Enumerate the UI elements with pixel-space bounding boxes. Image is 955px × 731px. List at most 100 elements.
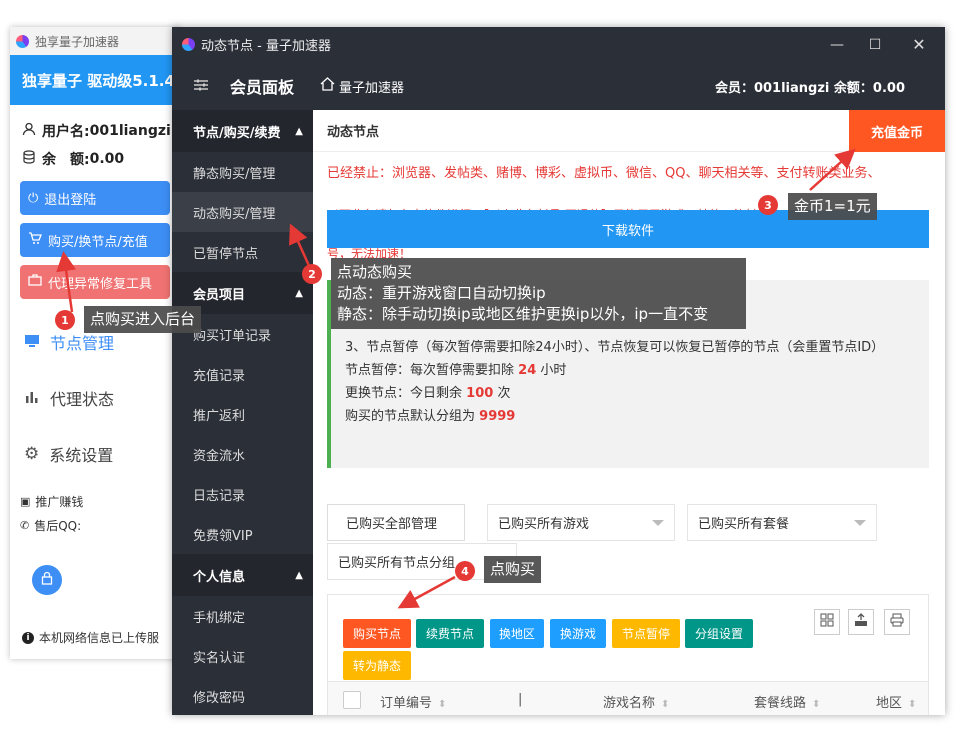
buy-node-button[interactable]: 购买节点 (343, 619, 411, 648)
col-game-label: 游戏名称 (603, 696, 656, 711)
convert-static-button[interactable]: 转为静态 (343, 651, 411, 680)
logout-label: 退出登陆 (44, 192, 97, 208)
sidebar-item-realname[interactable]: 实名认证 (172, 636, 313, 676)
promo-link[interactable]: ▣ 推广赚钱 (20, 493, 83, 510)
sidebar-group-label: 节点/购买/续费 (193, 125, 281, 141)
pause-value: 24 (518, 363, 537, 378)
bar-chart-icon (24, 389, 40, 408)
panel-title: 会员面板 (230, 78, 295, 97)
caret-up-icon: ▲ (295, 569, 303, 581)
sidebar-item-free-vip[interactable]: 免费领VIP (172, 514, 313, 554)
footer-note: i 本机网络信息已上传服 (22, 629, 159, 646)
annotation-2-badge: 2 (302, 264, 322, 284)
col-order-no[interactable]: 订单编号 ⬍ (380, 692, 446, 711)
nav-node-management-label: 节点管理 (50, 334, 115, 353)
nav-proxy-status-label: 代理状态 (50, 390, 115, 409)
username-value: 001liangzi (89, 123, 171, 139)
recharge-coins-button[interactable]: 充值金币 (849, 110, 945, 152)
print-button[interactable] (884, 609, 910, 635)
sidebar-item-referral[interactable]: 推广返利 (172, 394, 313, 434)
export-button[interactable] (848, 609, 874, 635)
monitor-icon (24, 333, 40, 352)
change-value: 100 (466, 386, 494, 401)
caret-up-icon: ▲ (295, 125, 303, 137)
annotation-1-text: 点购买进入后台 (84, 306, 202, 333)
annotation-1-badge: 1 (55, 310, 75, 330)
main-window-title: 动态节点 - 量子加速器 (201, 39, 331, 54)
cart-icon (28, 231, 42, 249)
sort-icon: ⬍ (661, 699, 670, 710)
support-label: 售后QQ: (34, 519, 82, 533)
toolbox-icon (28, 273, 42, 291)
support-qq: ✆ 售后QQ: (20, 517, 81, 534)
sidebar-item-dynamic-buy[interactable]: 动态购买/管理 (172, 192, 313, 232)
sidebar-item-static-buy[interactable]: 静态购买/管理 (172, 152, 313, 192)
home-link-label: 量子加速器 (339, 80, 405, 96)
member-header: 会员面板 量子加速器 会员：001liangzi 余额：0.00 (172, 62, 945, 110)
annotation-3-text: 金币1=1元 (788, 193, 877, 220)
logout-button[interactable]: ⏻ 退出登陆 (20, 181, 170, 215)
sidebar-item-fund-flow[interactable]: 资金流水 (172, 434, 313, 474)
sidebar-group-personal[interactable]: 个人信息 ▲ (172, 554, 313, 596)
main-window-titlebar: 动态节点 - 量子加速器 — ☐ ✕ (172, 27, 945, 62)
balance-label: 余 额: (42, 152, 90, 168)
app-logo-icon (182, 38, 195, 51)
nav-system-settings-label: 系统设置 (49, 446, 114, 465)
sidebar-item-recharge-records[interactable]: 充值记录 (172, 354, 313, 394)
nav-proxy-status[interactable]: 代理状态 (10, 378, 180, 418)
annotation-2-line-2: 动态：重开游戏窗口自动切换ip (337, 284, 546, 302)
change-region-button[interactable]: 换地区 (490, 619, 544, 648)
manage-all-button[interactable]: 已购买全部管理 (327, 504, 465, 541)
maximize-button[interactable]: ☐ (855, 27, 895, 62)
footer-note-text: 本机网络信息已上传服 (39, 631, 160, 645)
sidebar-item-paused-nodes[interactable]: 已暂停节点 (172, 232, 313, 272)
info-icon: i (22, 631, 34, 644)
lock-button[interactable] (32, 565, 62, 595)
sort-icon: ⬍ (908, 699, 917, 710)
buy-change-node-label: 购买/换节点/充值 (48, 234, 148, 250)
change-label: 更换节点：今日剩余 (345, 386, 463, 401)
sort-icon: ⬍ (438, 699, 447, 710)
columns-filter-button[interactable] (814, 609, 840, 635)
package-filter-select[interactable]: 已购买所有套餐 (687, 504, 877, 541)
buy-change-node-button[interactable]: 购买/换节点/充值 (20, 223, 170, 257)
close-button[interactable]: ✕ (899, 27, 939, 62)
rule-pause: 节点暂停：每次暂停需要扣除 24 小时 (345, 359, 915, 382)
balance-row: 余 额: 0.00 (22, 145, 170, 173)
select-all-checkbox[interactable] (343, 691, 361, 709)
sidebar-group-nodes[interactable]: 节点/购买/续费 ▲ (172, 110, 313, 152)
rule-group: 购买的节点默认分组为 9999 (345, 405, 915, 428)
sidebar-item-phone-binding[interactable]: 手机绑定 (172, 596, 313, 636)
lock-icon (41, 571, 53, 589)
home-link[interactable]: 量子加速器 (320, 77, 404, 96)
minimize-button[interactable]: — (817, 27, 857, 62)
sidebar-item-logs[interactable]: 日志记录 (172, 474, 313, 514)
sort-icon: ⬍ (812, 699, 821, 710)
pause-node-button[interactable]: 节点暂停 (612, 619, 680, 648)
grid-icon (820, 613, 834, 631)
proxy-repair-button[interactable]: 代理异常修复工具 (20, 265, 170, 299)
sidebar-item-change-password[interactable]: 修改密码 (172, 676, 313, 715)
group-settings-button[interactable]: 分组设置 (685, 619, 753, 648)
sliders-menu-icon[interactable] (172, 77, 230, 96)
group-value: 9999 (479, 409, 516, 424)
col-region[interactable]: 地区 ⬍ (876, 692, 916, 711)
col-divider: | (518, 692, 523, 707)
col-package-label: 套餐线路 (754, 696, 807, 711)
annotation-4-text: 点购买 (484, 556, 542, 583)
annotation-2-line-1: 点动态购买 (337, 263, 413, 281)
annotation-4-badge: 4 (455, 561, 475, 581)
power-icon: ⏻ (28, 190, 39, 206)
manage-all-label: 已购买全部管理 (346, 517, 438, 532)
renew-node-button[interactable]: 续费节点 (416, 619, 484, 648)
member-sidebar: 节点/购买/续费 ▲ 静态购买/管理 动态购买/管理 已暂停节点 会员项目 ▲ … (172, 110, 313, 715)
database-icon (22, 150, 36, 168)
col-package[interactable]: 套餐线路 ⬍ (754, 692, 820, 711)
change-game-button[interactable]: 换游戏 (550, 619, 606, 648)
chevron-down-icon (652, 519, 664, 526)
nav-system-settings[interactable]: ⚙ 系统设置 (10, 434, 180, 474)
col-game[interactable]: 游戏名称 ⬍ (603, 692, 669, 711)
group-filter-value: 已购买所有节点分组 (338, 556, 456, 571)
username-row: 用户名: 001liangzi (22, 117, 171, 145)
game-filter-select[interactable]: 已购买所有游戏 (487, 504, 675, 541)
